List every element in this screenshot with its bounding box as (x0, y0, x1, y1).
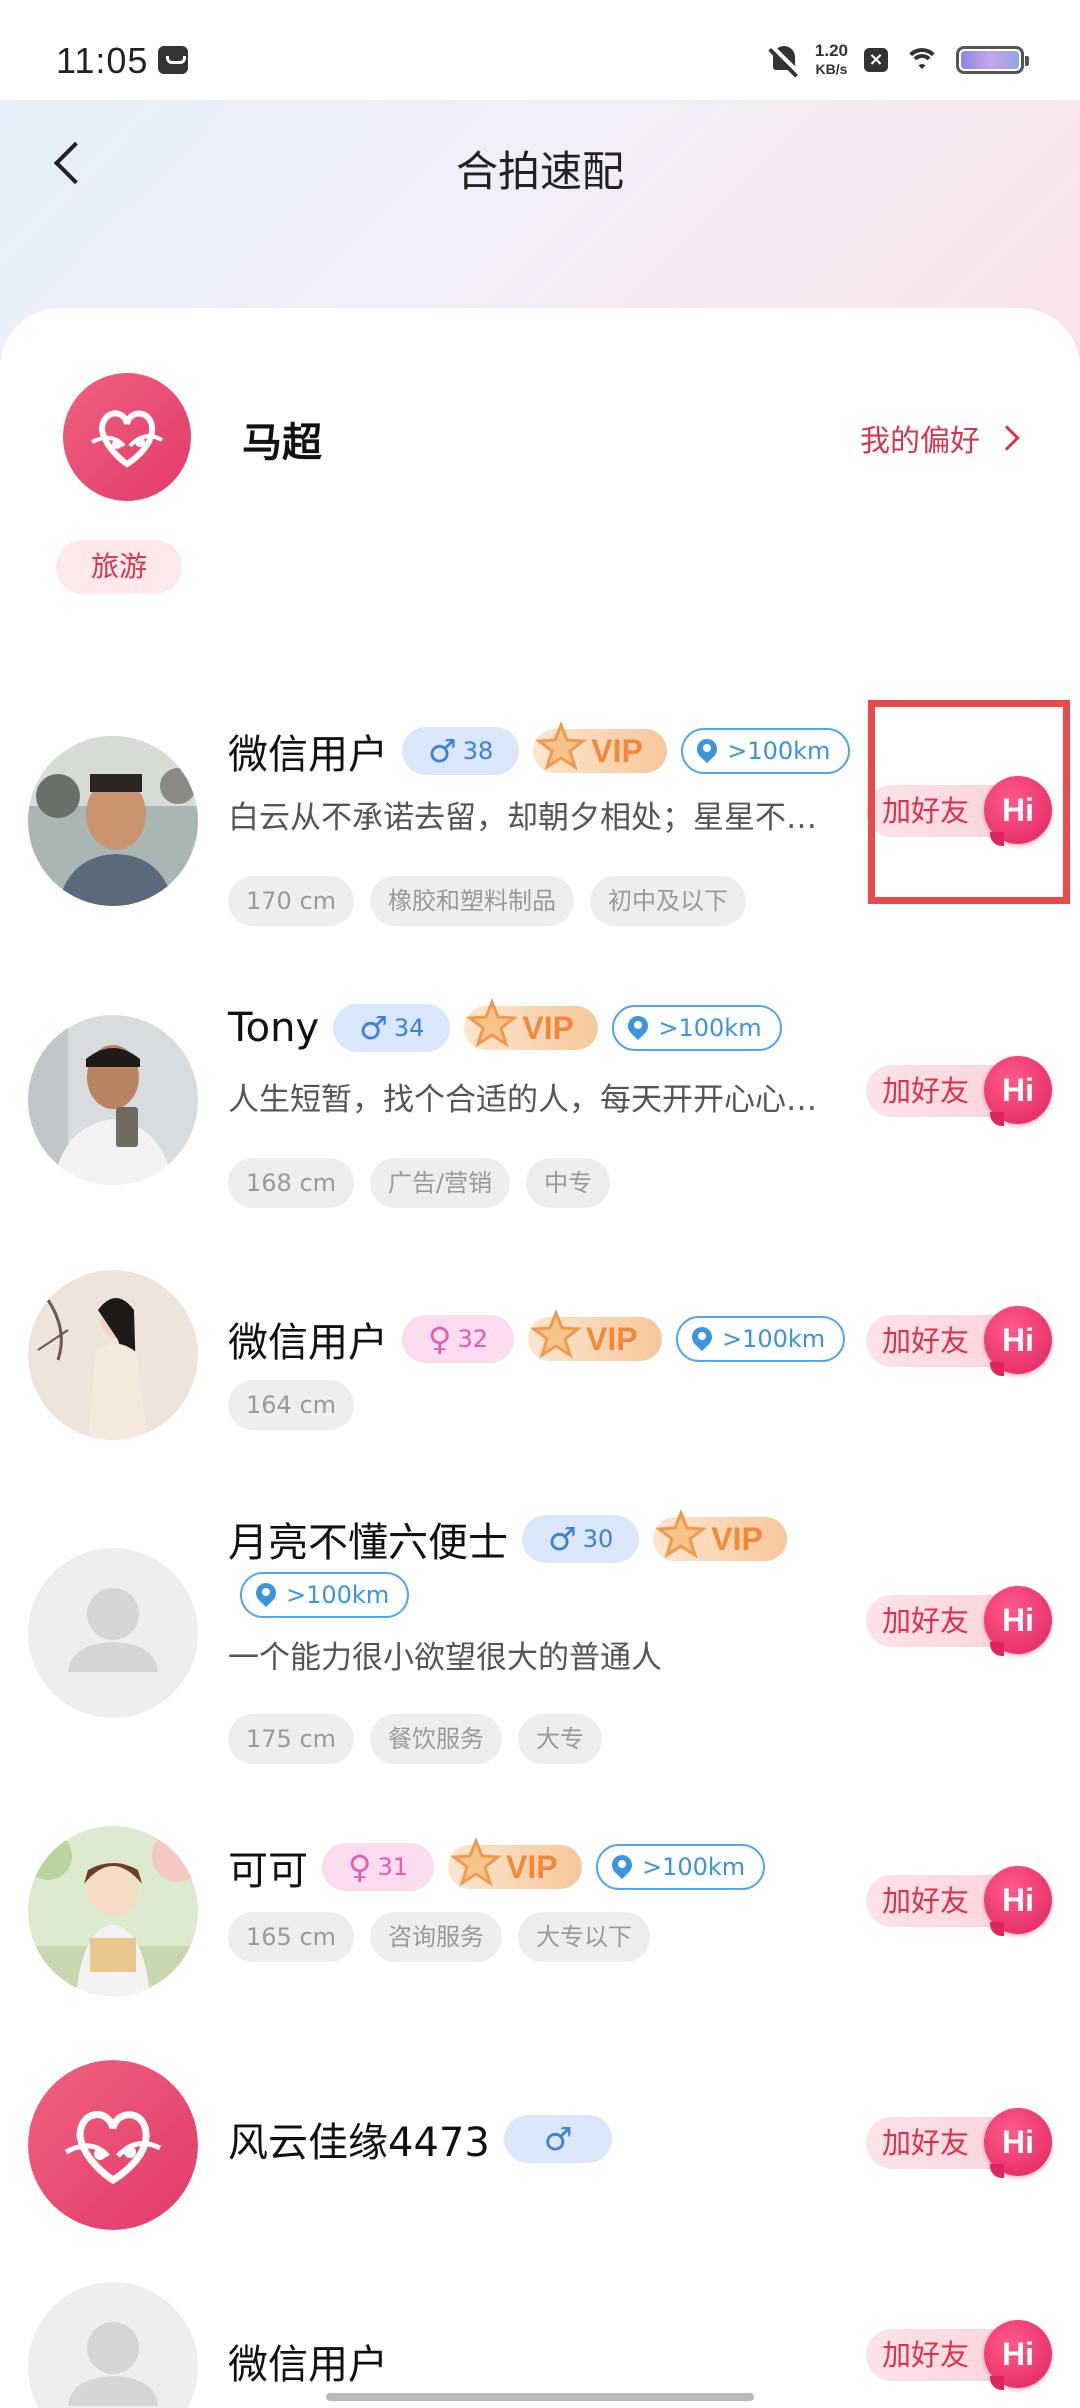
user-tag: 大专以下 (518, 1912, 651, 1962)
status-bar: 11:05 1.20 KB/s × (0, 0, 1080, 100)
user-name: 微信用户 (228, 732, 388, 778)
vip-star-icon (449, 1837, 502, 1887)
vip-star-icon (529, 1309, 582, 1359)
app-logo-avatar (62, 372, 192, 502)
vip-badge: VIP (653, 1509, 788, 1561)
hi-icon: Hi (984, 1306, 1052, 1376)
vip-star-icon (535, 721, 588, 771)
location-pin-icon (697, 739, 717, 763)
nav-bar: 合拍速配 (0, 100, 1080, 230)
my-preferences-link[interactable]: 我的偏好 (860, 416, 1020, 460)
add-friend-hi-button[interactable]: 加好友 Hi (866, 2108, 1052, 2178)
list-item[interactable]: 可可 ♀ 31 VIP >100km 165 cm 咨询服务 大专以下 加好友 H… (0, 1820, 1080, 2020)
my-preferences-label: 我的偏好 (860, 424, 980, 459)
mute-bell-icon (769, 44, 799, 76)
interest-tag: 旅游 (56, 540, 182, 594)
profile-name: 马超 (242, 420, 322, 466)
add-friend-hi-button[interactable]: 加好友 Hi (866, 1586, 1052, 1656)
vip-badge: VIP (527, 1309, 662, 1361)
user-tag: 咨询服务 (370, 1912, 503, 1962)
user-name: 微信用户 (228, 1320, 388, 1366)
distance-badge: >100km (240, 1572, 410, 1618)
chevron-right-icon (994, 425, 1020, 451)
home-indicator[interactable] (326, 2393, 754, 2401)
hi-icon: Hi (984, 1056, 1052, 1126)
user-tag: 170 cm (228, 876, 355, 926)
user-tag: 164 cm (228, 1380, 355, 1430)
gender-age-badge: ♂ (503, 2115, 613, 2163)
user-tag: 175 cm (228, 1714, 355, 1764)
user-bio: 人生短暂，找个合适的人，每天开开心心… (228, 1082, 817, 1118)
user-bio: 白云从不承诺去留，却朝夕相处；星星不… (228, 800, 817, 836)
vip-star-icon (655, 1509, 708, 1559)
user-tag: 橡胶和塑料制品 (370, 876, 575, 926)
user-tag: 餐饮服务 (370, 1714, 503, 1764)
highlight-box (868, 700, 1070, 904)
distance-badge: >100km (675, 1316, 846, 1362)
page-title: 合拍速配 (455, 147, 624, 196)
wifi-icon (904, 46, 940, 74)
gender-age-badge: ♂ 38 (402, 727, 520, 775)
location-pin-icon (612, 1855, 632, 1879)
gender-age-badge: ♂ 30 (522, 1515, 640, 1563)
vip-star-icon (466, 998, 519, 1048)
battery-icon (956, 46, 1029, 74)
list-item[interactable]: 风云佳缘4473 ♂ 加好友 Hi (0, 2050, 1080, 2250)
avatar[interactable] (28, 1548, 198, 1718)
user-bio: 一个能力很小欲望很大的普通人 (228, 1640, 662, 1676)
distance-badge: >100km (612, 1005, 782, 1051)
add-friend-hi-button[interactable]: 加好友 Hi (866, 1056, 1052, 1126)
add-friend-hi-button[interactable]: 加好友 Hi (866, 2320, 1052, 2390)
avatar[interactable] (28, 2282, 198, 2408)
user-tag: 广告/营销 (370, 1158, 511, 1208)
gender-age-badge: ♀ 32 (402, 1315, 514, 1363)
user-name: 可可 (228, 1848, 308, 1894)
distance-badge: >100km (681, 728, 851, 774)
close-box-icon: × (864, 48, 888, 72)
message-notification-icon (158, 46, 188, 74)
avatar[interactable] (28, 1270, 198, 1440)
vip-badge: VIP (447, 1837, 582, 1889)
network-speed-value: 1.20 (814, 41, 848, 60)
network-speed: 1.20 KB/s (815, 42, 848, 78)
location-pin-icon (628, 1016, 648, 1040)
status-icons: 1.20 KB/s × (769, 40, 1029, 80)
user-tag: 165 cm (228, 1912, 355, 1962)
user-name: 月亮不懂六便士 (228, 1520, 508, 1566)
location-pin-icon (692, 1327, 712, 1351)
add-friend-hi-button[interactable]: 加好友 Hi (866, 1866, 1052, 1936)
avatar[interactable] (28, 1015, 198, 1185)
gender-age-badge: ♀ 31 (322, 1843, 434, 1891)
gender-age-badge: ♂ 34 (333, 1004, 451, 1052)
hi-icon: Hi (984, 2320, 1052, 2390)
network-speed-unit: KB/s (815, 61, 848, 77)
distance-badge: >100km (595, 1844, 766, 1890)
user-name: 微信用户 (228, 2342, 388, 2388)
hi-icon: Hi (984, 1866, 1052, 1936)
avatar[interactable] (28, 1826, 198, 1996)
user-tag: 中专 (526, 1158, 611, 1208)
hi-icon: Hi (984, 1586, 1052, 1656)
avatar[interactable] (28, 2060, 198, 2230)
add-friend-hi-button[interactable]: 加好友 Hi (866, 1306, 1052, 1376)
user-name: Tony (228, 1005, 320, 1051)
user-name: 风云佳缘4473 (228, 2120, 490, 2166)
user-tag: 168 cm (228, 1158, 355, 1208)
vip-badge: VIP (533, 721, 668, 773)
list-item[interactable]: 微信用户 加好友 Hi (0, 2280, 1080, 2408)
user-tag: 大专 (518, 1714, 603, 1764)
vip-badge: VIP (464, 998, 599, 1050)
hi-icon: Hi (984, 2108, 1052, 2178)
list-item[interactable]: 微信用户 ♀ 32 VIP >100km 164 cm 加好友 Hi (0, 1260, 1080, 1460)
list-item[interactable]: 月亮不懂六便士 ♂ 30 VIP >100km 一个能力很小欲望很大的普通人 17… (0, 1500, 1080, 1790)
location-pin-icon (256, 1583, 276, 1607)
user-tag: 初中及以下 (590, 876, 747, 926)
status-time: 11:05 (56, 40, 149, 81)
avatar[interactable] (28, 736, 198, 906)
list-item[interactable]: Tony ♂ 34 VIP >100km 人生短暂，找个合适的人，每天开开心心… … (0, 980, 1080, 1220)
